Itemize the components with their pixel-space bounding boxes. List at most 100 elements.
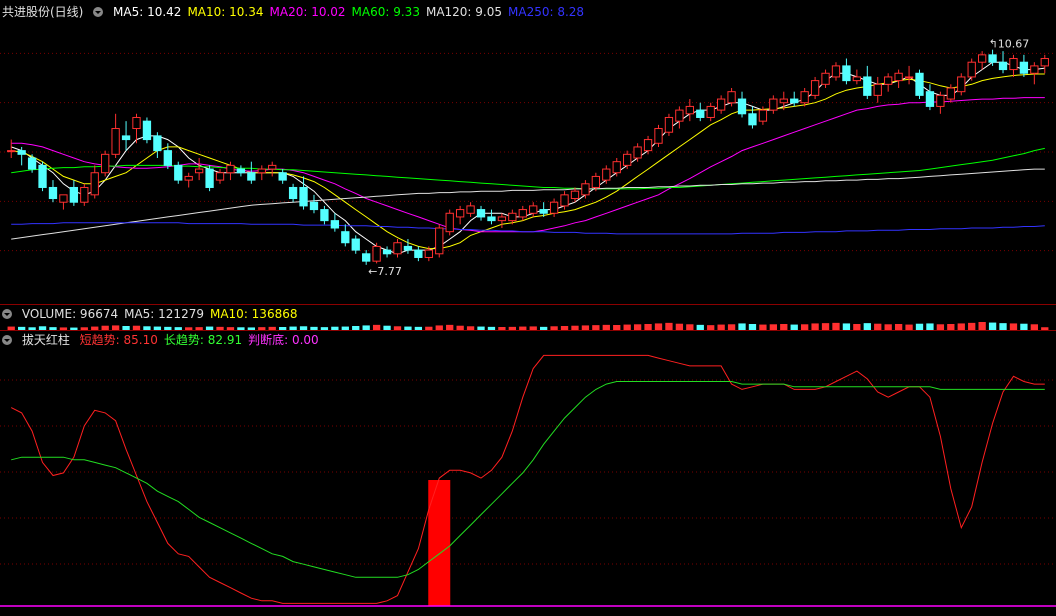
candle-body xyxy=(977,54,987,63)
volume-bar xyxy=(842,323,851,330)
chevron-down-icon[interactable] xyxy=(93,7,104,17)
volume-bar xyxy=(738,323,746,330)
candle-body xyxy=(779,98,788,104)
candle-body xyxy=(602,168,611,181)
candle-body xyxy=(518,209,527,218)
candle-body xyxy=(748,113,757,126)
candle-body xyxy=(132,116,141,130)
candle-body xyxy=(466,205,475,214)
candle-body xyxy=(1040,58,1049,67)
candle-body xyxy=(936,94,945,107)
volume-bar xyxy=(978,322,986,330)
low-price-label: ←7.77 xyxy=(368,265,402,278)
candle-body xyxy=(633,146,642,159)
chevron-down-icon[interactable] xyxy=(2,309,12,319)
main-panel-header: 共进股份(日线) MA5: 10.42 MA10: 10.34 MA20: 10.0… xyxy=(2,4,596,20)
candle-body xyxy=(80,186,89,203)
legend-label: MA5: 10.42 xyxy=(113,5,182,19)
volume-panel-header: VOLUME: 96674 MA5: 121279 MA10: 136868 xyxy=(2,306,309,322)
candle-body xyxy=(957,76,966,93)
volume-bar xyxy=(654,323,663,330)
candle-body xyxy=(508,212,517,222)
legend-label: MA250: 8.28 xyxy=(508,5,585,19)
candle-body xyxy=(372,245,381,262)
candle-body xyxy=(810,80,820,96)
candle-body xyxy=(121,135,131,141)
candle-body xyxy=(664,116,674,133)
candle-body xyxy=(393,242,402,255)
candle-body xyxy=(643,139,653,152)
candle-body xyxy=(1019,61,1029,74)
legend-label: 判断底: 0.00 xyxy=(248,333,319,347)
candle-body xyxy=(309,201,319,211)
legend-label: VOLUME: 96674 xyxy=(21,307,119,321)
candle-body xyxy=(330,220,340,229)
panel-divider xyxy=(0,304,1056,305)
candle-body xyxy=(685,105,694,115)
candle-body xyxy=(570,190,580,200)
candle-body xyxy=(560,194,569,207)
legend-label: MA120: 9.05 xyxy=(425,5,503,19)
candle-body xyxy=(476,209,486,218)
candle-body xyxy=(205,168,214,188)
candle-body xyxy=(758,109,768,122)
candle-body xyxy=(362,253,371,262)
candle-body xyxy=(288,186,298,200)
candle-body xyxy=(769,98,778,111)
candle-body xyxy=(487,216,496,222)
candle-body xyxy=(591,175,601,188)
indicator-line xyxy=(10,354,1045,604)
candle-body xyxy=(612,161,621,174)
candle-body xyxy=(226,164,235,174)
volume-bar xyxy=(999,323,1007,330)
candle-body xyxy=(424,249,433,258)
candle-body xyxy=(163,150,172,166)
volume-bar xyxy=(821,323,830,330)
candle-body xyxy=(915,72,924,96)
candle-body xyxy=(101,153,110,174)
candle-body xyxy=(111,128,120,155)
volume-bar xyxy=(968,322,976,330)
volume-bar xyxy=(863,323,871,330)
candle-body xyxy=(1030,65,1039,74)
candle-body xyxy=(299,186,308,207)
candle-body xyxy=(351,238,360,251)
candle-body xyxy=(800,91,809,104)
candle-body xyxy=(790,98,799,104)
legend-label: MA5: 121279 xyxy=(124,307,204,321)
ma-legend: MA5: 10.42 MA10: 10.34 MA20: 10.02 MA60: 9.… xyxy=(113,5,590,19)
candle-body xyxy=(884,76,893,85)
candle-body xyxy=(7,150,16,153)
chevron-down-icon[interactable] xyxy=(2,335,12,345)
candle-body xyxy=(403,245,413,251)
candle-body xyxy=(988,54,997,63)
candle-body xyxy=(90,172,99,196)
candle-body xyxy=(529,205,538,214)
candle-body xyxy=(737,98,747,115)
legend-label: MA60: 9.33 xyxy=(351,5,420,19)
candle-body xyxy=(821,72,830,85)
candle-body xyxy=(257,168,266,174)
candle-body xyxy=(946,87,955,100)
candle-body xyxy=(278,172,287,181)
candle-body xyxy=(831,65,841,78)
candle-body xyxy=(716,98,726,111)
candle-body xyxy=(69,186,79,203)
volume-bar xyxy=(665,322,673,330)
candle-body xyxy=(967,61,976,78)
candle-body xyxy=(696,109,705,118)
candle-body xyxy=(320,209,329,222)
legend-label: MA10: 136868 xyxy=(209,307,298,321)
candle-body xyxy=(842,65,851,82)
indicator-name: 拔天红柱 xyxy=(21,333,70,347)
volume-legend: VOLUME: 96674 MA5: 121279 MA10: 136868 xyxy=(22,307,304,321)
candle-body xyxy=(341,231,350,244)
candle-body xyxy=(675,109,684,122)
candle-body xyxy=(863,76,872,96)
candle-body xyxy=(153,135,162,152)
candle-body xyxy=(38,164,47,188)
high-price-label: ↰10.67 xyxy=(989,38,1030,51)
candle-body xyxy=(497,216,507,222)
candle-body xyxy=(623,153,632,166)
candle-body xyxy=(236,168,246,174)
